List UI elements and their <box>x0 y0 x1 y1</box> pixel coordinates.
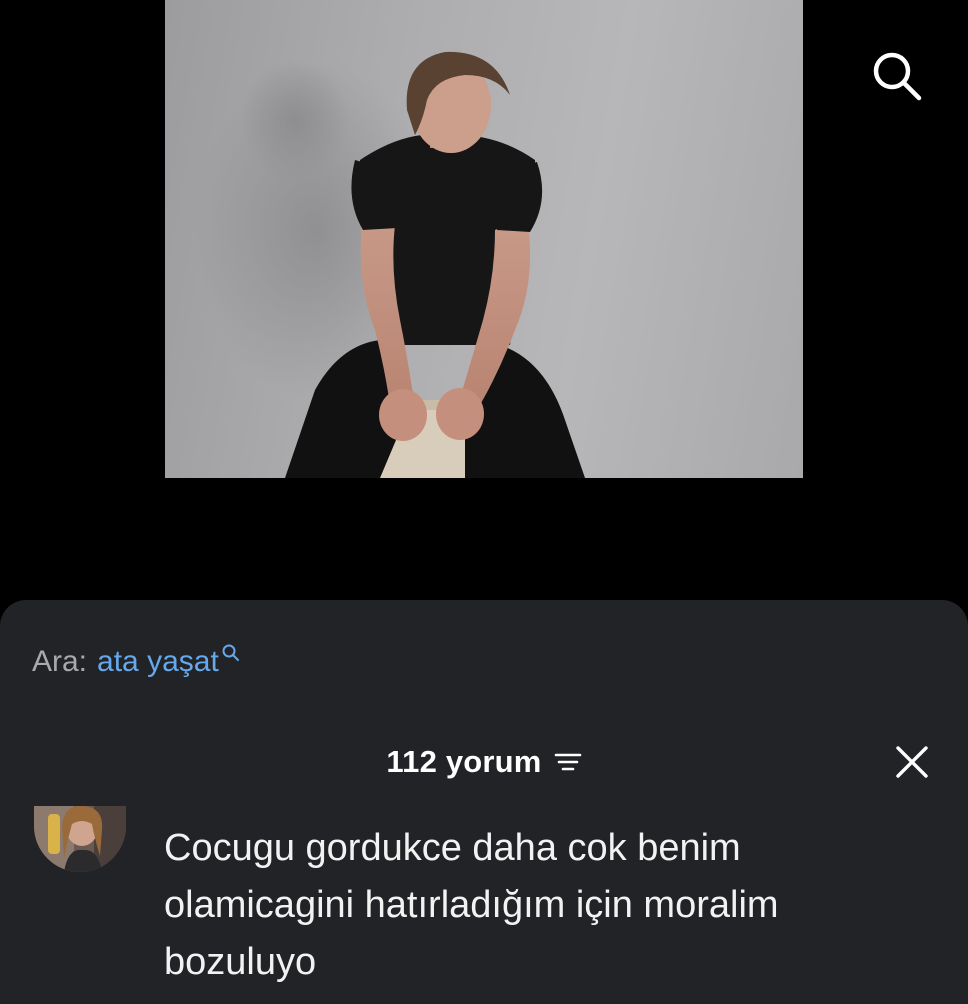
close-icon <box>896 746 928 778</box>
search-prefix-label: Ara: <box>32 645 88 678</box>
comment-count-row: 112 yorum <box>0 740 968 784</box>
close-comments-button[interactable] <box>888 738 936 786</box>
search-term-link[interactable]: ata yaşat <box>97 642 219 682</box>
comment-count: 112 yorum <box>386 744 542 779</box>
search-icon <box>222 644 239 661</box>
related-search[interactable]: Ara: ata yaşat <box>32 642 241 682</box>
avatar[interactable] <box>34 806 126 872</box>
post-photo <box>165 0 803 478</box>
top-search-button[interactable] <box>866 48 928 104</box>
comments-sheet: Ara: ata yaşat 112 yorum Cocugu gordukce… <box>0 600 968 1004</box>
search-icon <box>873 52 922 101</box>
sort-icon[interactable] <box>554 751 582 773</box>
comment-text: Cocugu gordukce daha cok benim olamicagi… <box>164 827 779 983</box>
video-area[interactable] <box>0 0 968 600</box>
